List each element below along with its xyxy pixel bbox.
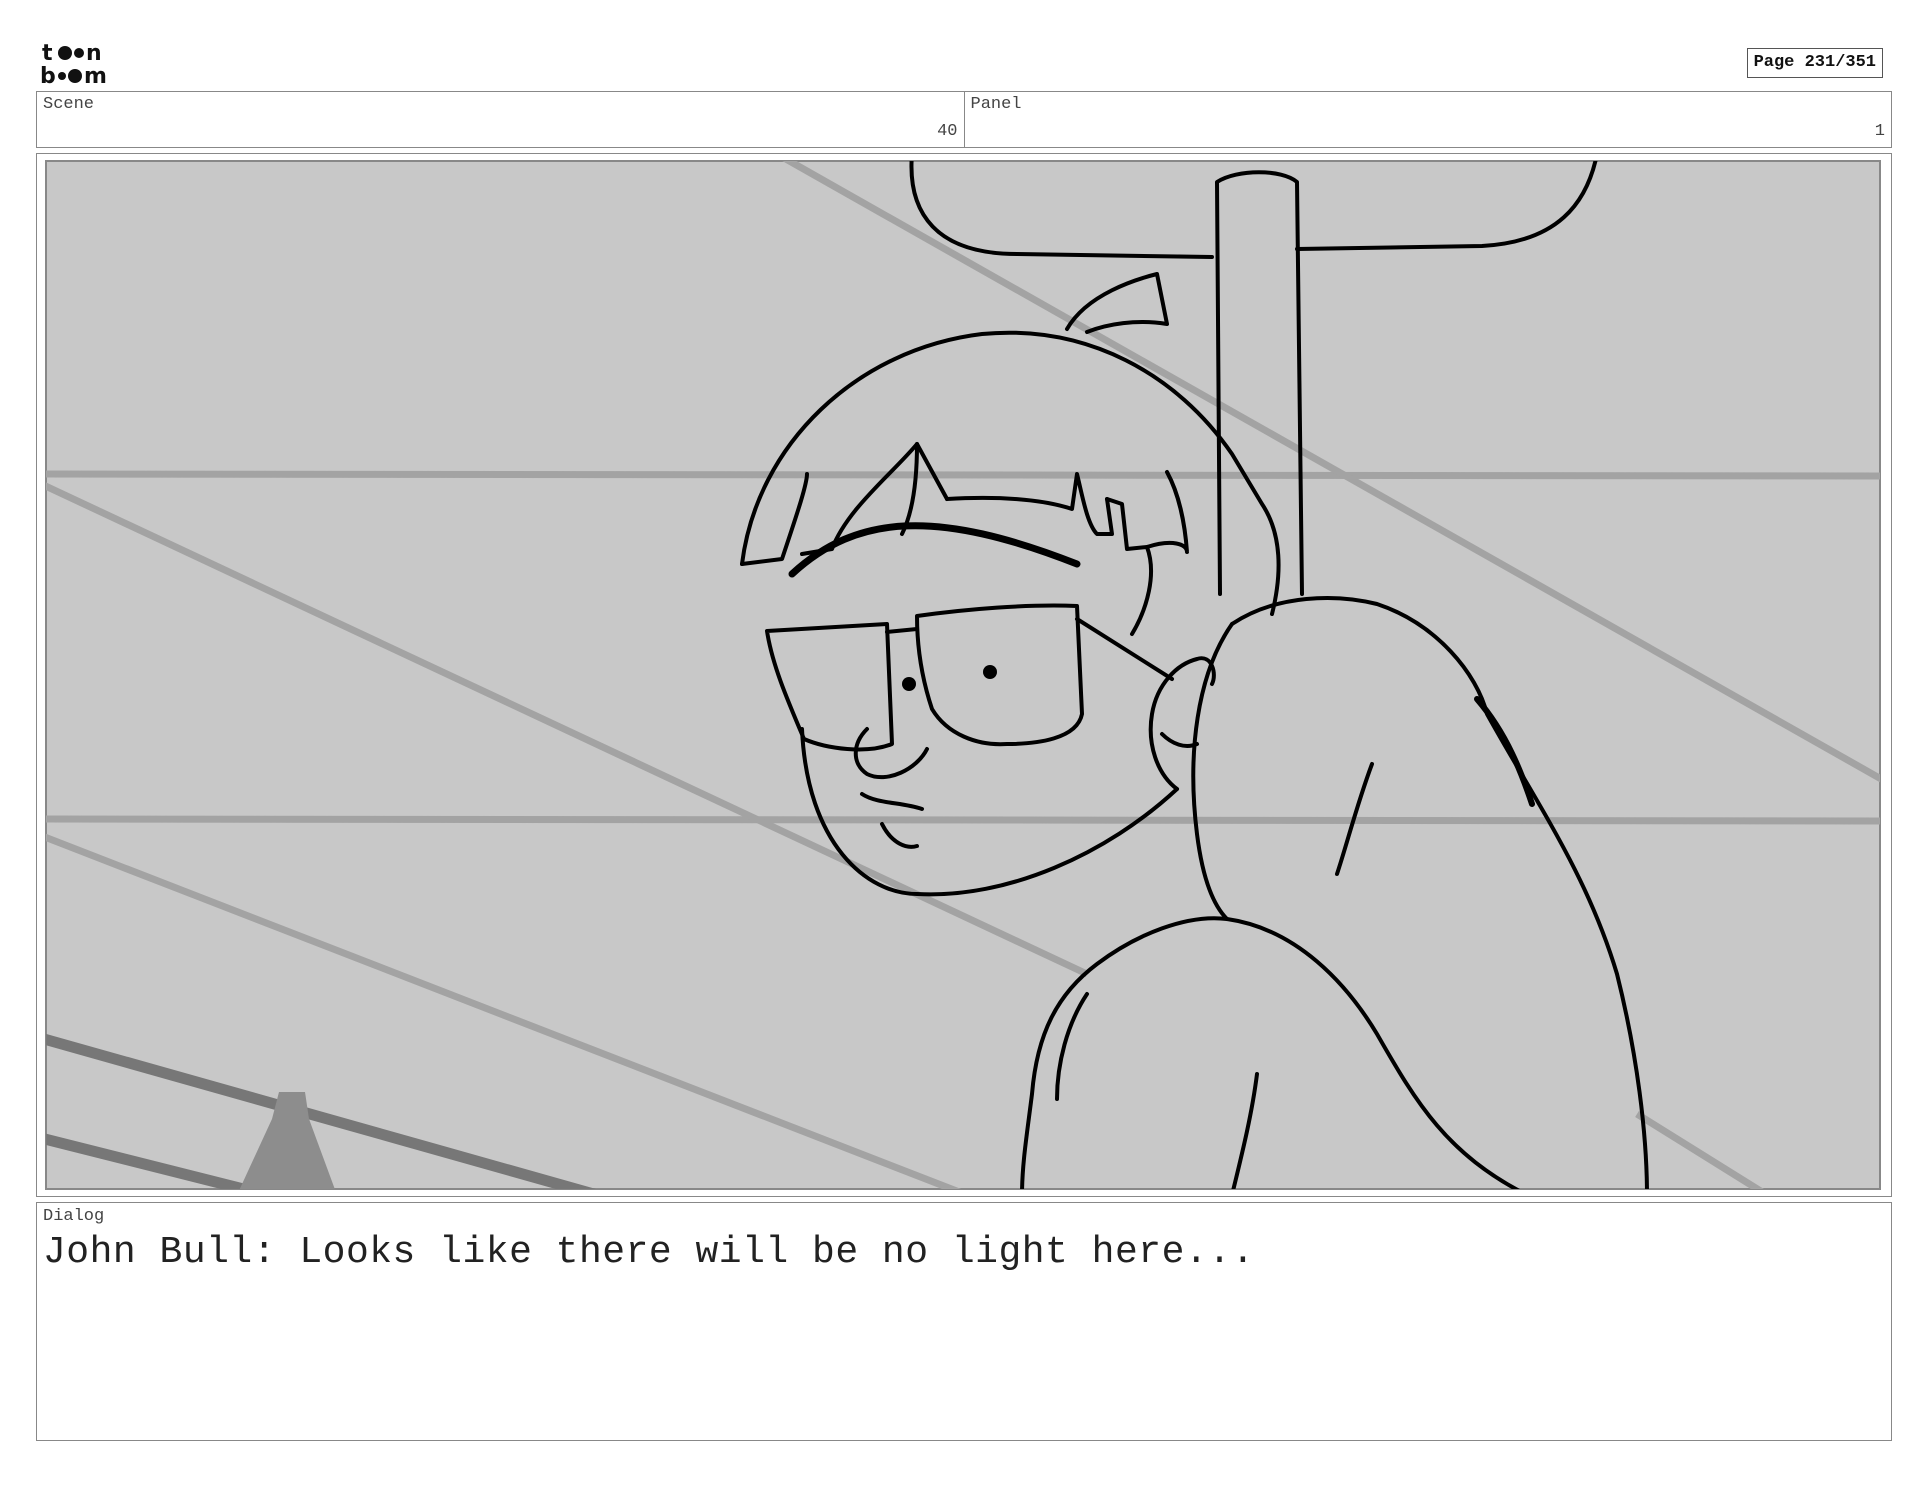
storyboard-drawing-icon bbox=[45, 160, 1881, 1190]
panel-label: Panel bbox=[970, 95, 1022, 114]
panel-number: 1 bbox=[1874, 122, 1885, 141]
dialog-text: John Bull: Looks like there will be no l… bbox=[43, 1231, 1255, 1274]
toonboom-logo-icon: t n b m bbox=[40, 40, 124, 86]
dialog-box: Dialog John Bull: Looks like there will … bbox=[36, 1202, 1892, 1441]
scene-cell: Scene 40 bbox=[37, 92, 964, 147]
scene-number: 40 bbox=[937, 122, 958, 141]
svg-text:m: m bbox=[84, 64, 107, 86]
svg-text:b: b bbox=[40, 64, 56, 86]
svg-text:t: t bbox=[42, 41, 53, 66]
scene-label: Scene bbox=[43, 95, 95, 114]
dialog-label: Dialog bbox=[43, 1207, 105, 1226]
storyboard-panel bbox=[36, 153, 1892, 1197]
svg-text:n: n bbox=[86, 41, 102, 66]
scene-panel-info: Scene 40 Panel 1 bbox=[36, 91, 1892, 148]
panel-cell: Panel 1 bbox=[963, 92, 1892, 147]
page-indicator: Page 231/351 bbox=[1746, 48, 1883, 78]
